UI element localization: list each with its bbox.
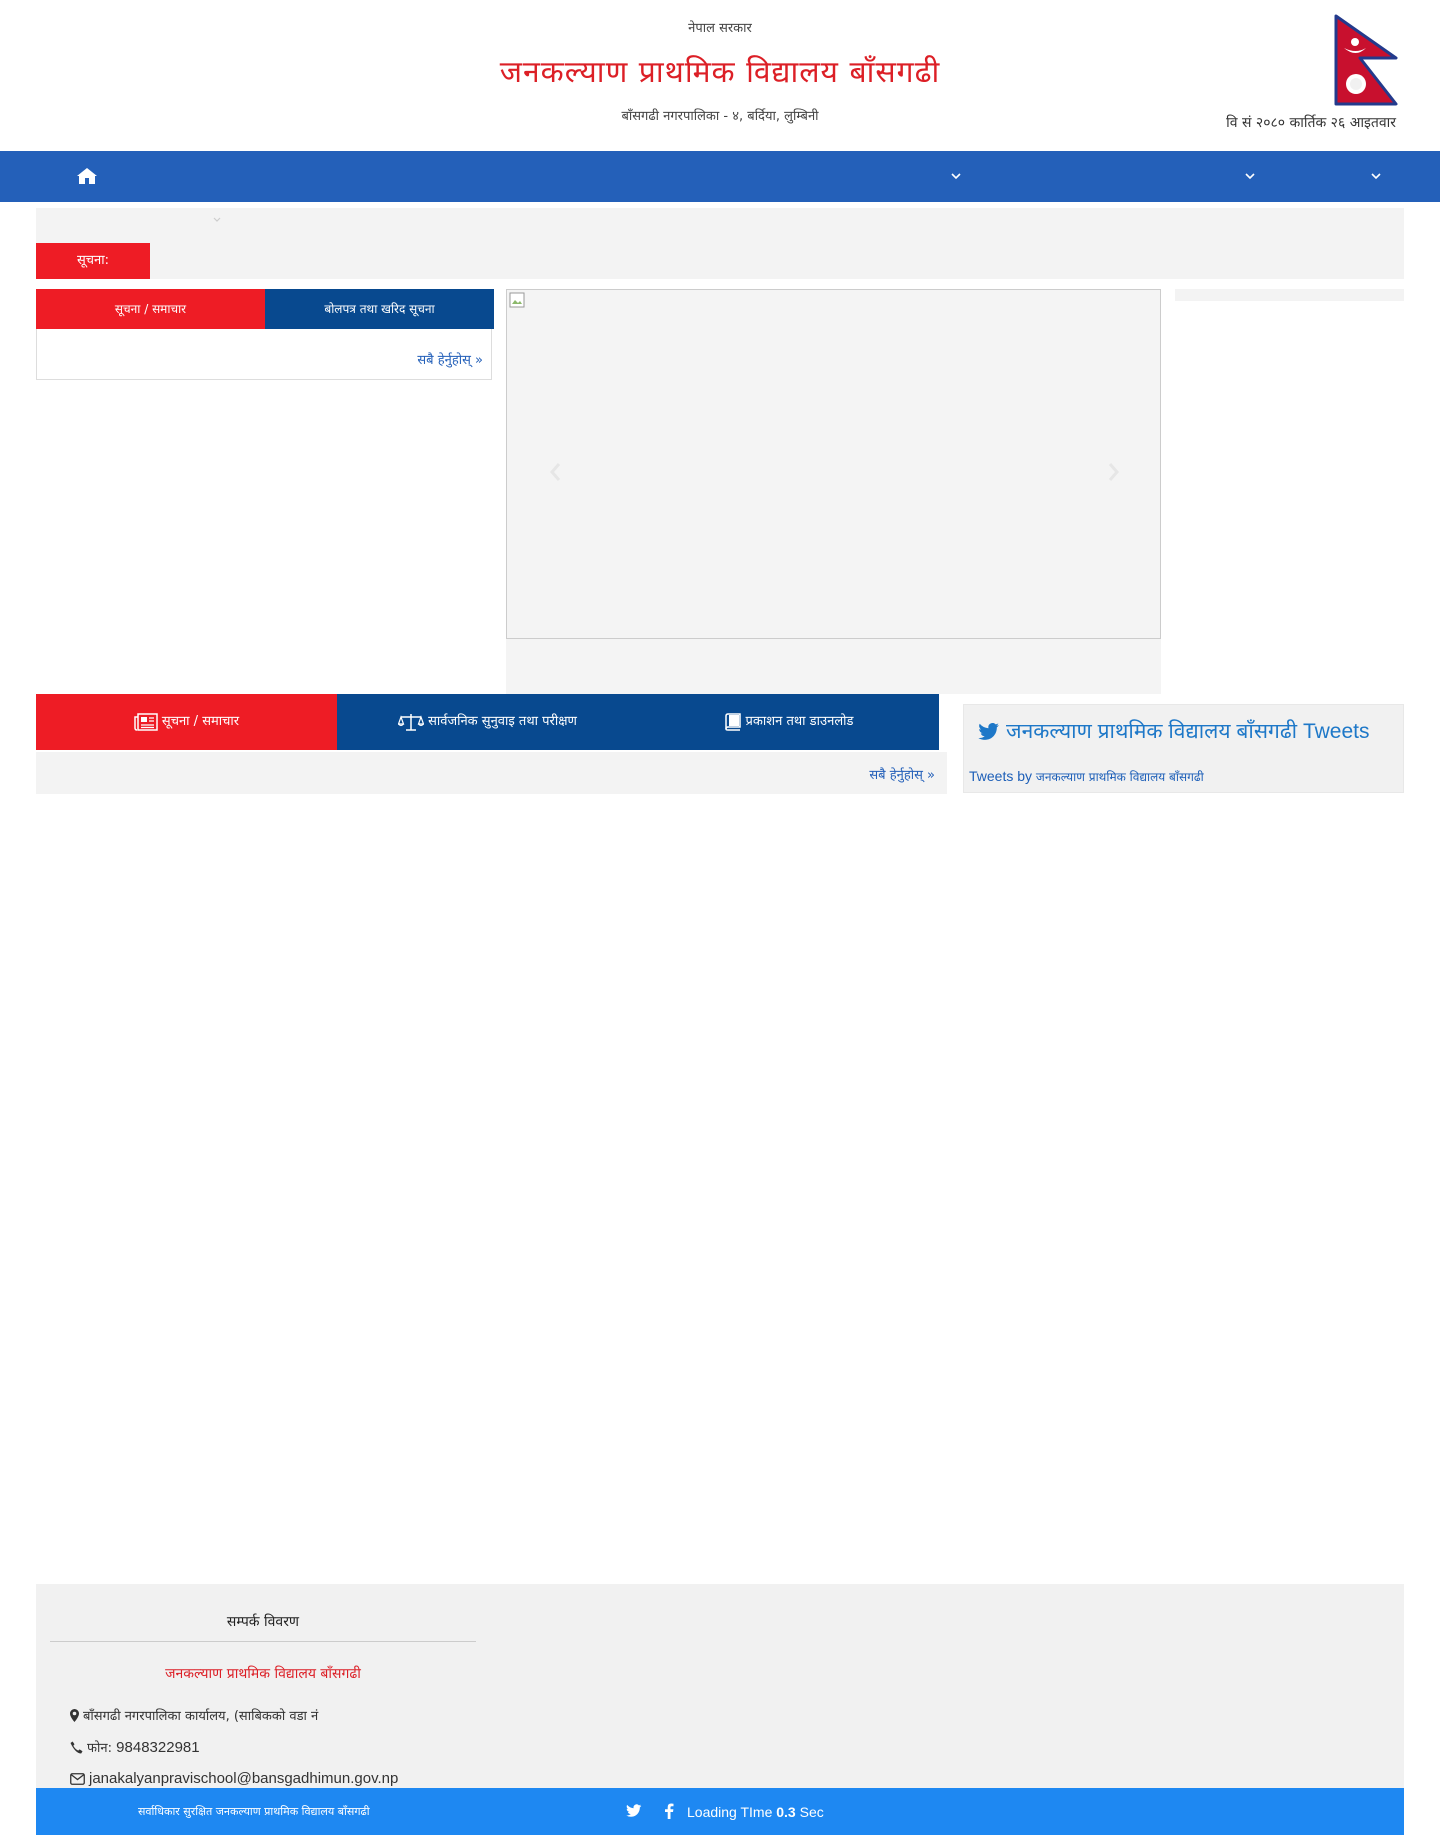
book-icon: [724, 712, 741, 731]
twitter-icon[interactable]: [626, 1804, 642, 1818]
contact-phone: फोन: 9848322981: [70, 1738, 200, 1756]
twitter-icon: [978, 723, 999, 740]
broken-image-icon: [509, 292, 525, 308]
ticker-label: सूचना:: [36, 243, 150, 279]
sidebar-strip: [1175, 289, 1404, 301]
tab-publications[interactable]: प्रकाशन तथा डाउनलोड: [638, 694, 939, 750]
email-address[interactable]: janakalyanpravischool@bansgadhimun.gov.n…: [89, 1770, 398, 1787]
site-subtitle: बाँसगढी नगरपालिका - ४, बर्दिया, लुम्बिनी: [621, 109, 819, 124]
site-header: नेपाल सरकार जनकल्याण प्राथमिक विद्यालय ब…: [0, 0, 1440, 151]
chevron-down-icon[interactable]: [1370, 171, 1382, 181]
section-tabs: सूचना / समाचार सार्वजनिक सुनुवाइ तथा परी…: [36, 694, 939, 750]
twitter-title-text: जनकल्याण प्राथमिक विद्यालय बाँसगढी Tweet…: [1006, 720, 1370, 743]
map-marker-icon: [70, 1709, 79, 1722]
nepal-flag-icon: [1334, 14, 1398, 106]
phone-label: फोन:: [87, 1741, 112, 1756]
contact-email: janakalyanpravischool@bansgadhimun.gov.n…: [70, 1770, 398, 1787]
view-all-link[interactable]: सबै हेर्नुहोस् »: [417, 350, 483, 368]
contact-address-text: बाँसगढी नगरपालिका कार्यालय, (साबिकको वडा…: [83, 1709, 319, 1724]
government-label: नेपाल सरकार: [688, 21, 752, 36]
copyright-text: सर्वाधिकार सुरक्षित जनकल्याण प्राथमिक वि…: [138, 1805, 370, 1818]
tweets-by-prefix: Tweets by: [969, 768, 1033, 784]
twitter-title: जनकल्याण प्राथमिक विद्यालय बाँसगढी Tweet…: [978, 717, 1369, 745]
tab-public-hearing[interactable]: सार्वजनिक सुनुवाइ तथा परीक्षण: [337, 694, 638, 750]
contact-heading: सम्पर्क विवरण: [226, 1614, 300, 1630]
slider-caption-area: [506, 639, 1161, 694]
divider: [50, 1641, 476, 1642]
section-content: सबै हेर्नुहोस् »: [36, 752, 947, 794]
site-title[interactable]: जनकल्याण प्राथमिक विद्यालय बाँसगढी: [0, 50, 1440, 91]
phone-icon: [70, 1741, 83, 1754]
tab-news[interactable]: सूचना / समाचार: [36, 289, 265, 329]
chevron-down-icon[interactable]: [1244, 171, 1256, 181]
contact-org-name: जनकल्याण प्राथमिक विद्यालय बाँसगढी: [165, 1666, 361, 1682]
chevron-down-icon[interactable]: [950, 171, 962, 181]
balance-scale-icon: [397, 713, 425, 731]
current-date: वि सं २०८० कार्तिक २६ आइतवार: [1226, 115, 1396, 131]
loading-prefix: Loading TIme: [687, 1804, 773, 1820]
twitter-widget: जनकल्याण प्राथमिक विद्यालय बाँसगढी Tweet…: [963, 704, 1404, 793]
envelope-icon: [70, 1773, 85, 1785]
view-all-link[interactable]: सबै हेर्नुहोस् »: [869, 765, 935, 783]
phone-number[interactable]: 9848322981: [116, 1739, 199, 1756]
tab-news-label: सूचना / समाचार: [161, 714, 240, 729]
chevron-right-icon[interactable]: [1104, 460, 1122, 484]
facebook-icon[interactable]: [664, 1803, 674, 1819]
page: नेपाल सरकार जनकल्याण प्राथमिक विद्यालय ब…: [0, 0, 1440, 1835]
newspaper-icon: [134, 712, 158, 731]
tab-public-hearing-label: सार्वजनिक सुनुवाइ तथा परीक्षण: [428, 714, 577, 729]
tweets-by-account: जनकल्याण प्राथमिक विद्यालय बाँसगढी: [1035, 770, 1204, 784]
loading-suffix: Sec: [799, 1804, 824, 1820]
bottom-bar: सर्वाधिकार सुरक्षित जनकल्याण प्राथमिक वि…: [36, 1788, 1404, 1835]
loading-value: 0.3: [776, 1804, 796, 1820]
loading-time: Loading TIme 0.3 Sec: [687, 1804, 824, 1820]
main-navbar: [0, 151, 1440, 202]
contact-address: बाँसगढी नगरपालिका कार्यालय, (साबिकको वडा…: [70, 1706, 318, 1724]
chevron-down-icon[interactable]: [212, 216, 222, 224]
tab-tenders[interactable]: बोलपत्र तथा खरिद सूचना: [265, 289, 494, 329]
tab-news-section[interactable]: सूचना / समाचार: [36, 694, 337, 750]
ticker-strip: सूचना:: [36, 208, 1404, 279]
notice-tabs-box: सूचना / समाचार बोलपत्र तथा खरिद सूचना सब…: [36, 289, 494, 380]
home-icon[interactable]: [76, 167, 98, 185]
chevron-left-icon[interactable]: [547, 460, 565, 484]
footer: सम्पर्क विवरण जनकल्याण प्राथमिक विद्यालय…: [36, 1584, 1404, 1788]
tab-publications-label: प्रकाशन तथा डाउनलोड: [745, 714, 854, 729]
image-slider: [506, 289, 1161, 639]
tweets-by-link[interactable]: Tweets by जनकल्याण प्राथमिक विद्यालय बाँ…: [969, 768, 1204, 785]
